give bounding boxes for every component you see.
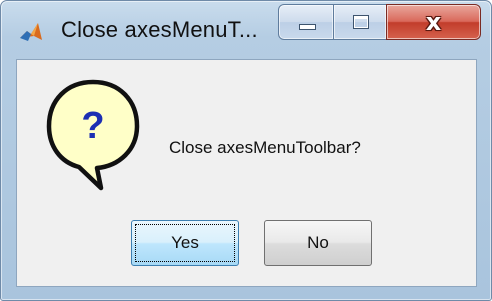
- minimize-button[interactable]: [278, 4, 334, 40]
- maximize-icon: [353, 15, 369, 29]
- focus-ring: [135, 224, 235, 262]
- window-title: Close axesMenuT...: [61, 17, 258, 42]
- dialog-message: Close axesMenuToolbar?: [169, 138, 361, 157]
- matlab-app-icon: [20, 23, 42, 41]
- no-button[interactable]: No: [264, 220, 372, 266]
- question-icon: ?: [46, 79, 140, 191]
- question-mark-glyph: ?: [81, 105, 104, 147]
- maximize-button[interactable]: [333, 4, 387, 40]
- no-button-label: No: [307, 233, 329, 252]
- dialog-window: Close axesMenuT... x ? Close axesMenuToo…: [0, 0, 492, 301]
- yes-button[interactable]: Yes: [131, 220, 239, 266]
- dialog-body: ? Close axesMenuToolbar? Yes No: [16, 59, 477, 287]
- title-bar[interactable]: Close axesMenuT... x: [1, 1, 491, 59]
- minimize-icon: [299, 24, 316, 30]
- close-button[interactable]: x: [386, 4, 481, 40]
- close-icon: x: [425, 8, 442, 36]
